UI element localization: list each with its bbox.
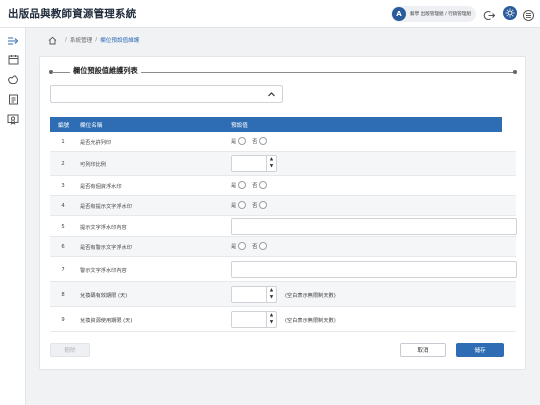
logout-icon[interactable]: [483, 7, 496, 20]
row-field-name: 是否有警示文字浮水印: [80, 245, 132, 251]
print-ratio-stepper[interactable]: ▲ ▼: [231, 155, 277, 172]
chevron-down-icon[interactable]: ▼: [270, 164, 273, 169]
row-field-name: 是否有提示文字浮水印: [80, 204, 132, 210]
user-name: 藝學 出版管理組 / 行銷管理組: [410, 12, 472, 17]
radio-no-label: 否: [252, 243, 258, 250]
chevron-down-icon[interactable]: ▼: [270, 295, 273, 300]
breadcrumb-separator: /: [65, 37, 67, 43]
radio-yes[interactable]: [238, 201, 247, 209]
table-row: 8 兌換碼有效期限 (天) ▲ ▼ (空白表示無限制天數): [50, 282, 516, 307]
row-number: 3: [61, 183, 65, 189]
radio-group: 是 否: [231, 201, 273, 209]
chevron-up-icon: [268, 92, 275, 97]
row-hint: (空白表示無限制天數): [285, 293, 336, 299]
row-hint: (空白表示無限制天數): [285, 318, 336, 324]
warning-text-input[interactable]: [231, 261, 517, 278]
row-number: 5: [61, 224, 65, 230]
delete-button[interactable]: 刪除: [50, 343, 90, 357]
column-header-name: 欄位名稱: [80, 123, 103, 129]
breadcrumb-separator: /: [95, 37, 98, 43]
row-number: 6: [61, 244, 65, 250]
row-number: 9: [61, 317, 65, 323]
radio-yes-label: 是: [231, 138, 237, 145]
row-number: 2: [61, 161, 65, 167]
row-field-name: 可列印比例: [80, 162, 106, 168]
radio-group: 是 否: [231, 181, 273, 189]
table-row: 2 可列印比例 ▲ ▼: [50, 152, 516, 176]
stepper-arrows[interactable]: ▲ ▼: [266, 312, 276, 327]
row-number: 7: [61, 267, 65, 273]
radio-yes-label: 是: [231, 202, 237, 209]
column-header-default: 預設值: [231, 123, 248, 129]
collapse-menu-icon[interactable]: [6, 34, 20, 48]
radio-group: 是 否: [231, 137, 273, 145]
chevron-down-icon[interactable]: ▼: [270, 320, 273, 325]
sidebar: [0, 28, 26, 405]
watermark-hint-text-input[interactable]: [231, 218, 517, 235]
column-header-number: 編號: [58, 123, 70, 129]
radio-no[interactable]: [259, 181, 268, 189]
row-field-name: 兌換碼有效期限 (天): [80, 293, 128, 299]
save-button[interactable]: 儲存: [456, 343, 504, 357]
toggle-panel-icon[interactable]: [522, 7, 535, 21]
table-row: 1 是否允許列印 是 否: [50, 132, 516, 152]
row-number: 8: [61, 292, 65, 298]
avatar: A: [392, 7, 406, 21]
home-icon[interactable]: [48, 36, 57, 45]
section-title: 欄位預設值維護列表: [70, 66, 141, 76]
row-number: 4: [61, 203, 65, 209]
breadcrumb: / 系統管理 / 欄位預設值維護: [48, 34, 139, 46]
radio-no[interactable]: [259, 137, 268, 145]
table-row: 5 提示文字浮水印內容: [50, 216, 517, 237]
table-row: 4 是否有提示文字浮水印 是 否: [50, 196, 516, 216]
radio-no[interactable]: [259, 242, 268, 250]
document-icon[interactable]: [6, 92, 20, 106]
chevron-up-icon[interactable]: ▲: [270, 314, 273, 319]
radio-no-label: 否: [252, 202, 258, 209]
row-field-name: 是否有個資浮水印: [80, 184, 122, 190]
radio-yes[interactable]: [238, 242, 247, 250]
row-number: 1: [61, 139, 65, 145]
stepper-arrows[interactable]: ▲ ▼: [266, 287, 276, 302]
chevron-up-icon[interactable]: ▲: [270, 289, 273, 294]
row-field-name: 兌換資源使用期限 (天): [80, 318, 133, 324]
top-bar: 出版品與教師資源管理系統 A 藝學 出版管理組 / 行銷管理組: [0, 0, 540, 28]
breadcrumb-item-current: 欄位預設值維護: [100, 38, 140, 44]
calendar-icon[interactable]: [6, 52, 20, 66]
row-field-name: 警示文字浮水印內容: [80, 268, 127, 274]
chevron-up-icon[interactable]: ▲: [270, 158, 273, 163]
app-title: 出版品與教師資源管理系統: [8, 8, 137, 20]
radio-yes[interactable]: [238, 137, 247, 145]
redeem-code-days-stepper[interactable]: ▲ ▼: [231, 286, 277, 303]
radio-group: 是 否: [231, 242, 273, 250]
radio-yes-label: 是: [231, 243, 237, 250]
table-header: 編號 欄位名稱 預設值: [50, 117, 502, 132]
user-menu[interactable]: A 藝學 出版管理組 / 行銷管理組: [391, 6, 477, 22]
radio-yes-label: 是: [231, 182, 237, 189]
sun-icon[interactable]: [503, 6, 517, 20]
stepper-arrows[interactable]: ▲ ▼: [266, 156, 276, 171]
radio-no-label: 否: [252, 182, 258, 189]
main-card: 欄位預設值維護列表 編號 欄位名稱 預設值 1 是否允許列印 是 否 2 可列印…: [39, 56, 526, 370]
table-row: 3 是否有個資浮水印 是 否: [50, 176, 516, 196]
table-row: 9 兌換資源使用期限 (天) ▲ ▼ (空白表示無限制天數): [50, 307, 516, 332]
row-field-name: 提示文字浮水印內容: [80, 225, 127, 231]
radio-no-label: 否: [252, 138, 258, 145]
section-divider-dot: [513, 70, 517, 74]
radio-no[interactable]: [259, 201, 268, 209]
table-row: 7 警示文字浮水印內容: [50, 257, 517, 282]
radio-yes[interactable]: [238, 181, 247, 189]
cancel-button[interactable]: 取消: [400, 343, 446, 357]
table-row: 6 是否有警示文字浮水印 是 否: [50, 237, 516, 257]
row-field-name: 是否允許列印: [80, 140, 112, 146]
breadcrumb-item-system[interactable]: 系統管理: [70, 36, 92, 44]
certificate-icon[interactable]: [6, 112, 20, 126]
filter-select[interactable]: [50, 85, 283, 103]
resource-usage-days-stepper[interactable]: ▲ ▼: [231, 311, 277, 328]
hand-icon[interactable]: [6, 72, 20, 86]
